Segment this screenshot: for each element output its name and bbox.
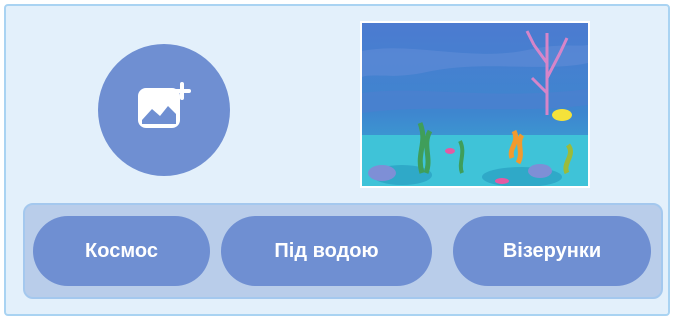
add-image-icon	[132, 76, 196, 145]
underwater-backdrop-thumbnail[interactable]	[360, 21, 590, 188]
tag-space-button[interactable]: Космос	[33, 216, 210, 286]
category-tag-bar: Космос Під водою Візерунки	[23, 203, 663, 299]
tag-underwater-button[interactable]: Під водою	[221, 216, 432, 286]
tag-patterns-button[interactable]: Візерунки	[453, 216, 651, 286]
backdrop-picker-panel: Космос Під водою Візерунки	[4, 4, 670, 316]
add-backdrop-button[interactable]	[98, 44, 230, 176]
